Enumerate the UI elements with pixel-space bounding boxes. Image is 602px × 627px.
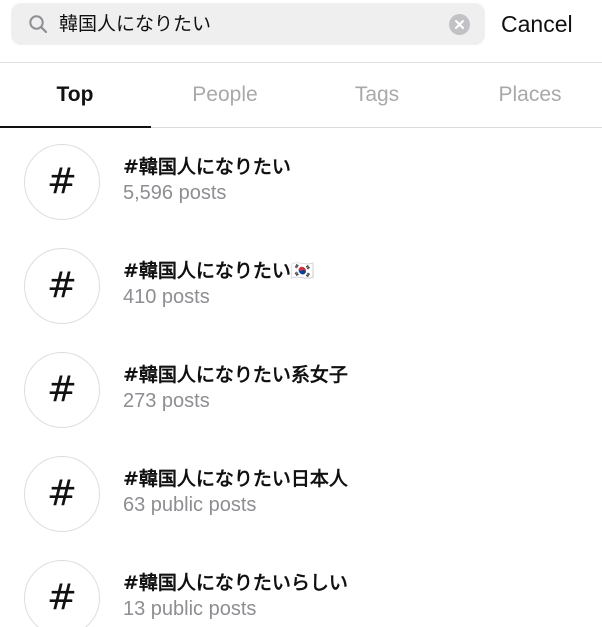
hashtag-name: #韓国人になりたいらしい [123,572,348,594]
hashtag-result[interactable]: # #韓国人になりたい🇰🇷 410 posts [0,232,602,336]
hashtag-name: #韓国人になりたい [123,156,291,178]
post-count: 410 posts [123,286,210,308]
cancel-button[interactable]: Cancel [501,4,573,44]
clear-search-icon[interactable] [449,14,470,35]
hashtag-name: #韓国人になりたい系女子 [123,364,348,386]
hashtag-icon: # [24,456,100,532]
search-bar[interactable] [11,3,485,45]
hashtag-result[interactable]: # #韓国人になりたいらしい 13 public posts [0,544,602,627]
search-icon [28,14,48,34]
hashtag-icon: # [24,248,100,324]
tab-people[interactable]: People [150,63,300,127]
search-input[interactable] [59,3,439,45]
hashtag-name: #韓国人になりたい日本人 [123,468,348,490]
hashtag-icon: # [24,352,100,428]
tab-bar: Top People Tags Places [0,62,602,128]
post-count: 13 public posts [123,598,257,620]
post-count: 63 public posts [123,494,257,516]
hashtag-result[interactable]: # #韓国人になりたい日本人 63 public posts [0,440,602,544]
search-screen: Cancel Top People Tags Places # #韓国人になりた… [0,0,602,627]
search-header: Cancel [0,0,602,62]
post-count: 5,596 posts [123,182,227,204]
results-list: # #韓国人になりたい 5,596 posts # #韓国人になりたい🇰🇷 41… [0,128,602,627]
hashtag-result[interactable]: # #韓国人になりたい 5,596 posts [0,128,602,232]
tab-top[interactable]: Top [0,63,150,127]
tab-tags[interactable]: Tags [302,63,452,127]
hashtag-icon: # [24,144,100,220]
tab-places[interactable]: Places [455,63,602,127]
hashtag-icon: # [24,560,100,627]
hashtag-result[interactable]: # #韓国人になりたい系女子 273 posts [0,336,602,440]
post-count: 273 posts [123,390,210,412]
hashtag-name: #韓国人になりたい🇰🇷 [123,260,315,282]
